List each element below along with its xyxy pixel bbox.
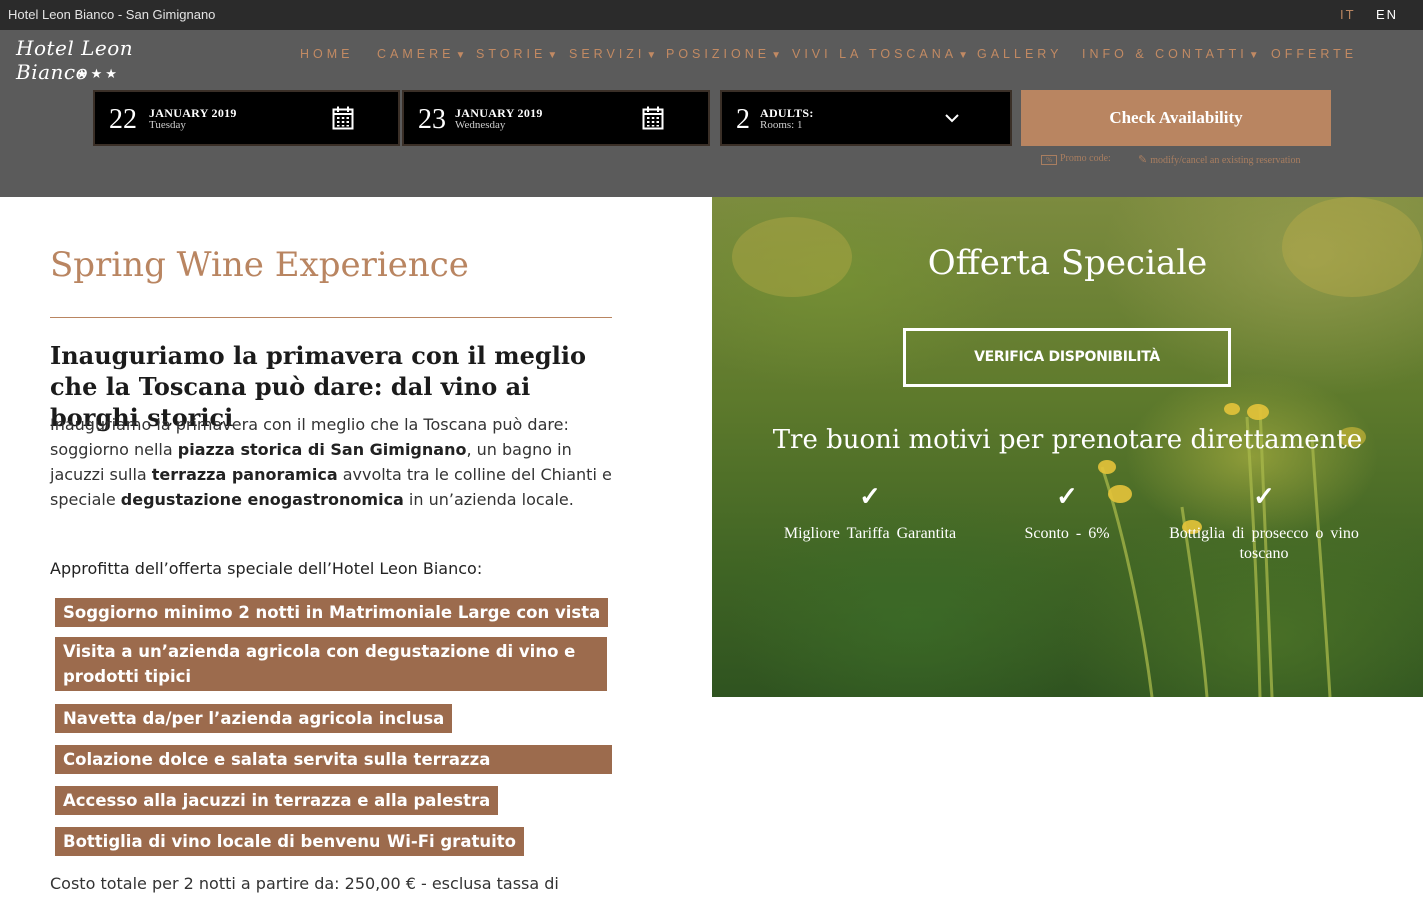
- nav-label: CAMERE: [377, 47, 455, 61]
- offer-cost: Costo totale per 2 notti a partire da: 2…: [50, 874, 559, 893]
- modify-reservation-label: modify/cancel an existing reservation: [1150, 155, 1301, 166]
- rooms-count: Rooms: 1: [760, 119, 803, 131]
- offer-tag: Navetta da/per l’azienda agricola inclus…: [55, 704, 453, 733]
- nav-item-offerte[interactable]: OFFERTE: [1271, 47, 1357, 61]
- nav-label: STORIE: [476, 47, 547, 61]
- logo-stars: ★★★: [76, 66, 120, 81]
- hotel-logo[interactable]: Hotel Leon Bianco ★★★: [16, 36, 186, 84]
- dropdown-caret-icon: ▼: [771, 50, 781, 61]
- checkout-day: 23: [418, 104, 446, 135]
- offer-tag: Colazione dolce e salata servita sulla t…: [55, 745, 612, 798]
- guests-selector[interactable]: 2 ADULTS: Rooms: 1: [720, 90, 1012, 146]
- intro-text: in un’azienda locale.: [403, 490, 574, 509]
- check-icon: ✓: [1253, 481, 1275, 511]
- nav-item-storie[interactable]: STORIE▼: [476, 47, 557, 61]
- calendar-icon[interactable]: [642, 106, 664, 130]
- checkout-date-field[interactable]: 23 JANUARY 2019 Wednesday: [402, 90, 710, 146]
- reason-item: ✓ Sconto - 6%: [967, 483, 1167, 544]
- dropdown-caret-icon: ▼: [958, 50, 969, 61]
- offer-tag: Soggiorno minimo 2 notti in Matrimoniale…: [55, 598, 609, 627]
- reason-text: Bottiglia di prosecco o vino toscano: [1169, 525, 1359, 562]
- checkin-weekday: Tuesday: [149, 119, 186, 131]
- nav-item-home[interactable]: HOME: [300, 47, 354, 61]
- nav-item-servizi[interactable]: SERVIZI▼: [569, 47, 656, 61]
- hero-heading: Tre buoni motivi per prenotare direttame…: [772, 425, 1363, 455]
- offer-tag: Visita a un’azienda agricola con degusta…: [55, 637, 607, 691]
- special-offer-hero: Offerta Speciale VERIFICA DISPONIBILITÀ …: [712, 197, 1423, 697]
- nav-item-vivi-la-toscana[interactable]: VIVI LA TOSCANA▼: [792, 47, 968, 61]
- offer-tag: Bottiglia di vino locale di benvenuto: [55, 827, 408, 856]
- nav-label: INFO & CONTATTI: [1082, 47, 1248, 61]
- nav-label: VIVI LA TOSCANA: [792, 47, 958, 61]
- reason-item: ✓ Bottiglia di prosecco o vino toscano: [1164, 483, 1364, 564]
- intro-bold: piazza storica di San Gimignano: [177, 440, 467, 459]
- dropdown-caret-icon: ▼: [646, 50, 657, 61]
- check-availability-button[interactable]: Check Availability: [1021, 90, 1331, 146]
- offer-tag: Accesso alla jacuzzi in terrazza e alla …: [55, 786, 499, 815]
- intro-bold: degustazione enogastronomica: [120, 490, 404, 509]
- chevron-down-icon[interactable]: [944, 110, 960, 126]
- top-bar: Hotel Leon Bianco - San Gimignano IT EN: [0, 0, 1423, 30]
- offer-title: Spring Wine Experience: [50, 245, 469, 285]
- dropdown-caret-icon: ▼: [1248, 50, 1259, 61]
- header: Hotel Leon Bianco ★★★ HOME CAMERE▼ STORI…: [0, 30, 1423, 197]
- hero-title: Offerta Speciale: [927, 243, 1208, 283]
- nav-label: HOME: [300, 47, 354, 61]
- reason-text: Sconto - 6%: [1024, 525, 1110, 542]
- offer-lead: Approfitta dell’offerta speciale dell’Ho…: [50, 559, 483, 578]
- intro-bold: terrazza panoramica: [151, 465, 338, 484]
- title-divider: [50, 317, 612, 318]
- reason-text: Migliore Tariffa Garantita: [783, 525, 957, 542]
- nav-item-camere[interactable]: CAMERE▼: [377, 47, 465, 61]
- nav-item-gallery[interactable]: GALLERY: [977, 47, 1062, 61]
- dropdown-caret-icon: ▼: [455, 50, 466, 61]
- edit-icon: ✎: [1138, 154, 1148, 166]
- modify-reservation-link[interactable]: ✎ modify/cancel an existing reservation: [1138, 153, 1300, 166]
- nav-label: SERVIZI: [569, 47, 646, 61]
- ticket-icon: %: [1041, 155, 1057, 165]
- check-icon: ✓: [859, 481, 881, 511]
- calendar-icon[interactable]: [332, 106, 354, 130]
- checkin-day: 22: [109, 104, 137, 135]
- promo-code-link[interactable]: % Promo code:: [1041, 153, 1111, 165]
- offer-intro: Inauguriamo la primavera con il meglio c…: [50, 412, 612, 512]
- verify-availability-button[interactable]: VERIFICA DISPONIBILITÀ: [903, 328, 1231, 387]
- nav-item-posizione[interactable]: POSIZIONE▼: [666, 47, 781, 61]
- offer-tag: Wi-Fi gratuito: [379, 827, 524, 856]
- dropdown-caret-icon: ▼: [547, 50, 558, 61]
- reason-item: ✓ Migliore Tariffa Garantita: [770, 483, 970, 544]
- site-title: Hotel Leon Bianco - San Gimignano: [8, 7, 216, 22]
- checkout-weekday: Wednesday: [455, 119, 506, 131]
- language-it-link[interactable]: IT: [1340, 7, 1356, 22]
- check-icon: ✓: [1056, 481, 1078, 511]
- nav-label: OFFERTE: [1271, 47, 1358, 61]
- adults-count: 2: [736, 104, 750, 135]
- nav-label: POSIZIONE: [666, 47, 771, 61]
- language-en-link[interactable]: EN: [1376, 7, 1398, 22]
- nav-label: GALLERY: [977, 47, 1063, 61]
- promo-code-label: Promo code:: [1060, 153, 1111, 164]
- checkin-date-field[interactable]: 22 JANUARY 2019 Tuesday: [93, 90, 400, 146]
- nav-item-info-contatti[interactable]: INFO & CONTATTI▼: [1082, 47, 1259, 61]
